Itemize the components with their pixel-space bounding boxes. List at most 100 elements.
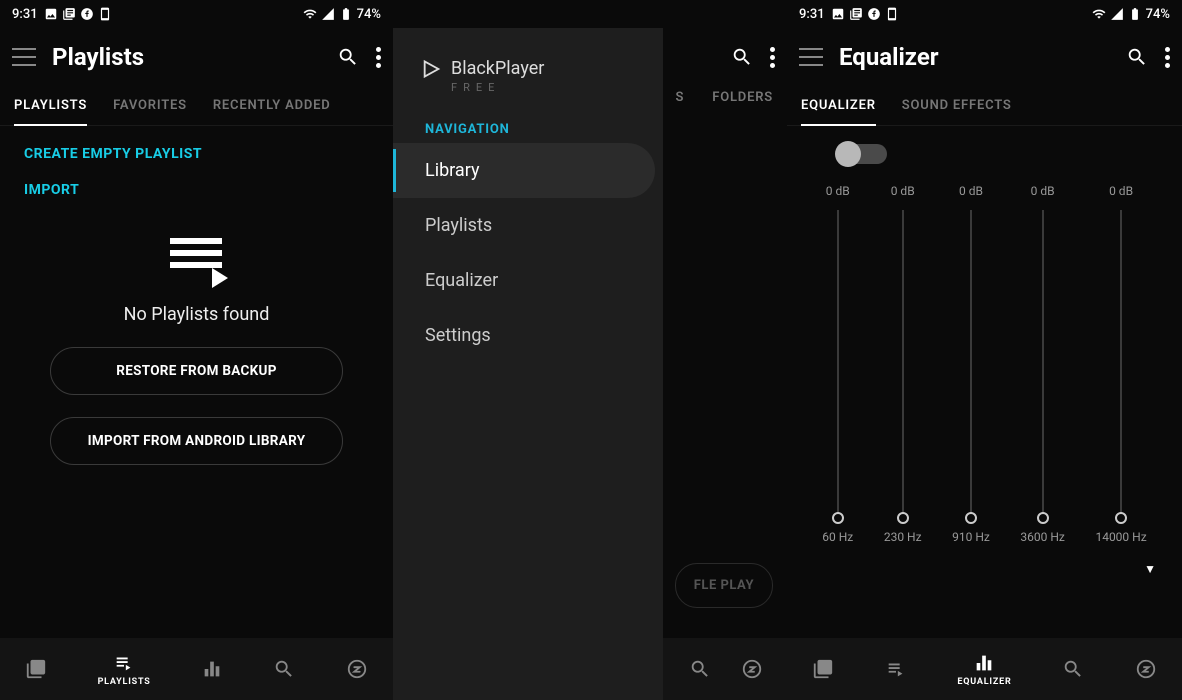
blackplayer-logo-icon xyxy=(421,58,443,80)
db-label: 0 dB xyxy=(959,184,983,198)
device-icon xyxy=(885,7,899,21)
screen-playlists: 9:31 74% Playlists PLAYLISTS FAVORITES R… xyxy=(0,0,393,700)
chevron-down-icon[interactable]: ▼ xyxy=(787,544,1182,576)
tabs-equalizer: EQUALIZER SOUND EFFECTS xyxy=(787,86,1182,126)
empty-text: No Playlists found xyxy=(0,304,393,325)
hz-label: 3600 Hz xyxy=(1020,530,1064,544)
drawer-item-equalizer[interactable]: Equalizer xyxy=(393,253,663,308)
overflow-icon[interactable] xyxy=(1165,47,1170,68)
drawer-item-playlists[interactable]: Playlists xyxy=(393,198,663,253)
app-bar: Playlists xyxy=(0,28,393,86)
overflow-icon[interactable] xyxy=(770,47,775,68)
signal-icon xyxy=(1110,7,1124,21)
facebook-icon xyxy=(80,7,94,21)
slider-thumb[interactable] xyxy=(965,512,977,524)
bottom-nav: PLAYLISTS xyxy=(0,638,393,700)
tab-sound-effects[interactable]: SOUND EFFECTS xyxy=(902,86,1012,125)
slider-track[interactable] xyxy=(902,210,904,518)
nav-sleep[interactable] xyxy=(1135,658,1157,680)
slider-thumb[interactable] xyxy=(897,512,909,524)
create-empty-playlist-link[interactable]: CREATE EMPTY PLAYLIST xyxy=(24,136,369,172)
tab-playlists[interactable]: PLAYLISTS xyxy=(14,86,87,125)
status-time: 9:31 xyxy=(12,7,38,22)
nav-playlists-label: PLAYLISTS xyxy=(98,677,151,687)
slider-thumb[interactable] xyxy=(1037,512,1049,524)
slider-track[interactable] xyxy=(1042,210,1044,518)
status-notif-icons xyxy=(44,7,112,21)
news-icon xyxy=(62,7,76,21)
playlists-content: CREATE EMPTY PLAYLIST IMPORT No Playlist… xyxy=(0,126,393,700)
drawer-subtitle: FREE xyxy=(451,81,544,94)
search-icon[interactable] xyxy=(730,45,754,69)
hz-label: 60 Hz xyxy=(822,530,853,544)
bottom-nav: EQUALIZER xyxy=(787,638,1182,700)
hamburger-icon[interactable] xyxy=(799,48,823,66)
search-icon[interactable] xyxy=(1125,45,1149,69)
db-label: 0 dB xyxy=(891,184,915,198)
band-910hz: 0 dB 910 Hz xyxy=(952,184,990,544)
slider-track[interactable] xyxy=(1120,210,1122,518)
nav-search[interactable] xyxy=(273,658,295,680)
status-bar: 9:31 74% xyxy=(787,0,1182,28)
battery-percent: 74% xyxy=(1146,7,1170,22)
hz-label: 230 Hz xyxy=(884,530,922,544)
nav-playlists[interactable] xyxy=(885,658,907,680)
band-60hz: 0 dB 60 Hz xyxy=(822,184,853,544)
hz-label: 910 Hz xyxy=(952,530,990,544)
nav-sleep[interactable] xyxy=(346,658,368,680)
news-icon xyxy=(849,7,863,21)
wifi-icon xyxy=(303,7,317,21)
page-title: Playlists xyxy=(52,43,320,71)
status-notif-icons xyxy=(831,7,899,21)
drawer-section-label: NAVIGATION xyxy=(393,114,663,143)
drawer-header: BlackPlayer FREE xyxy=(393,28,663,114)
facebook-icon xyxy=(867,7,881,21)
screen-drawer: 9:31 74% S FOLDERS FLE PLAY xyxy=(393,0,787,700)
signal-icon xyxy=(321,7,335,21)
nav-equalizer-label: EQUALIZER xyxy=(957,677,1011,687)
band-14000hz: 0 dB 14000 Hz xyxy=(1095,184,1146,544)
image-icon xyxy=(44,7,58,21)
battery-icon xyxy=(1128,7,1142,21)
nav-equalizer[interactable] xyxy=(201,658,223,680)
restore-from-backup-button[interactable]: RESTORE FROM BACKUP xyxy=(50,347,343,395)
battery-percent: 74% xyxy=(357,7,381,22)
import-from-android-library-button[interactable]: IMPORT FROM ANDROID LIBRARY xyxy=(50,417,343,465)
search-icon[interactable] xyxy=(336,45,360,69)
shuffle-play-button-partial[interactable]: FLE PLAY xyxy=(675,563,773,608)
drawer-item-library[interactable]: Library xyxy=(393,143,655,198)
nav-playlists[interactable]: PLAYLISTS xyxy=(98,652,151,687)
status-time: 9:31 xyxy=(799,7,825,22)
status-bar: 9:31 74% xyxy=(0,0,393,28)
tab-favorites[interactable]: FAVORITES xyxy=(113,86,187,125)
equalizer-toggle[interactable] xyxy=(837,144,887,164)
tab-s-partial: S xyxy=(676,90,685,105)
playlist-empty-icon xyxy=(166,238,228,286)
behind-tabs: S FOLDERS xyxy=(676,90,773,105)
nav-search[interactable] xyxy=(1062,658,1084,680)
tab-folders[interactable]: FOLDERS xyxy=(712,90,773,105)
hz-label: 14000 Hz xyxy=(1095,530,1146,544)
nav-equalizer[interactable]: EQUALIZER xyxy=(957,652,1011,687)
db-label: 0 dB xyxy=(826,184,850,198)
nav-sleep[interactable] xyxy=(741,658,763,680)
tab-equalizer[interactable]: EQUALIZER xyxy=(801,86,876,125)
tab-recently-added[interactable]: RECENTLY ADDED xyxy=(213,86,331,125)
empty-state: No Playlists found RESTORE FROM BACKUP I… xyxy=(0,238,393,465)
nav-library[interactable] xyxy=(812,658,834,680)
overflow-icon[interactable] xyxy=(376,47,381,68)
image-icon xyxy=(831,7,845,21)
nav-library[interactable] xyxy=(25,658,47,680)
hamburger-icon[interactable] xyxy=(12,48,36,66)
slider-thumb[interactable] xyxy=(832,512,844,524)
app-bar: Equalizer xyxy=(787,28,1182,86)
drawer-item-settings[interactable]: Settings xyxy=(393,308,663,363)
page-title: Equalizer xyxy=(839,43,1109,71)
slider-track[interactable] xyxy=(970,210,972,518)
nav-search[interactable] xyxy=(689,658,711,680)
slider-track[interactable] xyxy=(837,210,839,518)
import-link[interactable]: IMPORT xyxy=(24,172,369,208)
band-3600hz: 0 dB 3600 Hz xyxy=(1020,184,1064,544)
wifi-icon xyxy=(1092,7,1106,21)
slider-thumb[interactable] xyxy=(1115,512,1127,524)
